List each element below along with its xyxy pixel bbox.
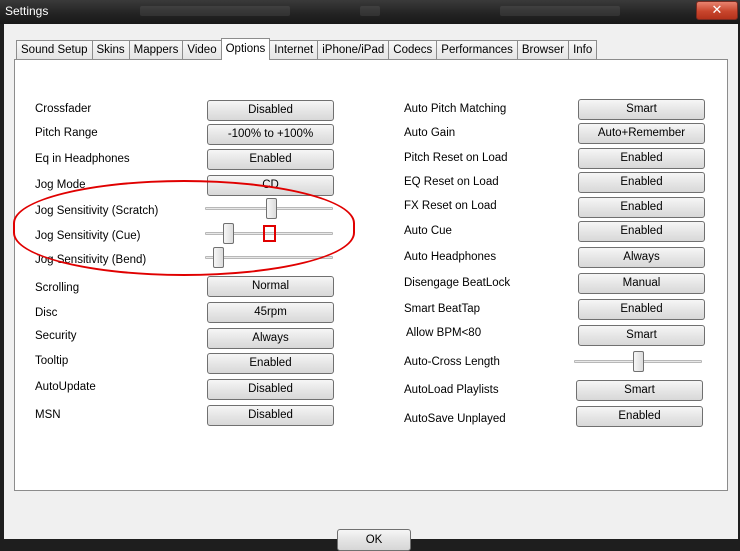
jog-scratch-label: Jog Sensitivity (Scratch): [35, 205, 159, 217]
tab-skins[interactable]: Skins: [91, 40, 130, 59]
crossfader-label: Crossfader: [35, 103, 92, 115]
eq-reset-button[interactable]: Enabled: [578, 172, 705, 193]
auto-headphones-label: Auto Headphones: [404, 251, 497, 263]
pitch-reset-button[interactable]: Enabled: [578, 148, 705, 169]
pitch-range-button[interactable]: -100% to +100%: [207, 124, 334, 145]
allow-bpm-button[interactable]: Smart: [578, 325, 705, 346]
jog-cue-slider[interactable]: [205, 223, 333, 245]
scrolling-label: Scrolling: [35, 282, 80, 294]
auto-cross-length-label: Auto-Cross Length: [404, 356, 500, 368]
title-bar: Settings ✕: [0, 0, 740, 24]
disengage-beatlock-label: Disengage BeatLock: [404, 277, 511, 289]
auto-cue-button[interactable]: Enabled: [578, 221, 705, 242]
tab-performances[interactable]: Performances: [436, 40, 518, 59]
jog-bend-label: Jog Sensitivity (Bend): [35, 254, 147, 266]
tab-info[interactable]: Info: [568, 40, 598, 59]
tab-strip: Sound Setup Skins Mappers Video Options …: [16, 38, 598, 60]
slider-thumb[interactable]: [213, 247, 224, 268]
window-title: Settings: [5, 4, 49, 18]
autosave-unplayed-button[interactable]: Enabled: [576, 406, 703, 427]
crossfader-button[interactable]: Disabled: [207, 100, 334, 121]
disc-button[interactable]: 45rpm: [207, 302, 334, 323]
jog-mode-button[interactable]: CD: [207, 175, 334, 196]
jog-bend-slider[interactable]: [205, 247, 333, 269]
jog-scratch-slider[interactable]: [205, 198, 333, 220]
eq-headphones-button[interactable]: Enabled: [207, 149, 334, 170]
tab-options[interactable]: Options: [220, 38, 271, 60]
jog-mode-label: Jog Mode: [35, 179, 86, 191]
allow-bpm-label: Allow BPM<80: [406, 327, 482, 339]
disc-label: Disc: [35, 307, 58, 319]
auto-cue-label: Auto Cue: [404, 225, 452, 237]
msn-label: MSN: [35, 409, 61, 421]
security-label: Security: [35, 330, 77, 342]
auto-pitch-matching-button[interactable]: Smart: [578, 99, 705, 120]
tab-sound-setup[interactable]: Sound Setup: [16, 40, 93, 59]
auto-gain-button[interactable]: Auto+Remember: [578, 123, 705, 144]
tab-internet[interactable]: Internet: [269, 40, 319, 59]
autoupdate-button[interactable]: Disabled: [207, 379, 334, 400]
msn-button[interactable]: Disabled: [207, 405, 334, 426]
autoload-playlists-label: AutoLoad Playlists: [404, 384, 499, 396]
scrolling-button[interactable]: Normal: [207, 276, 334, 297]
pitch-reset-label: Pitch Reset on Load: [404, 152, 508, 164]
pitch-range-label: Pitch Range: [35, 127, 98, 139]
smart-beattap-label: Smart BeatTap: [404, 303, 481, 315]
security-button[interactable]: Always: [207, 328, 334, 349]
background-window-strip: [140, 6, 290, 16]
disengage-beatlock-button[interactable]: Manual: [578, 273, 705, 294]
smart-beattap-button[interactable]: Enabled: [578, 299, 705, 320]
auto-pitch-matching-label: Auto Pitch Matching: [404, 103, 507, 115]
eq-headphones-label: Eq in Headphones: [35, 153, 130, 165]
autoload-playlists-button[interactable]: Smart: [576, 380, 703, 401]
slider-track: [205, 256, 333, 259]
autoupdate-label: AutoUpdate: [35, 381, 96, 393]
auto-gain-label: Auto Gain: [404, 127, 456, 139]
tab-codecs[interactable]: Codecs: [388, 40, 438, 59]
tooltip-label: Tooltip: [35, 355, 69, 367]
tab-iphone-ipad[interactable]: iPhone/iPad: [317, 40, 390, 59]
tab-browser[interactable]: Browser: [516, 40, 570, 59]
slider-thumb[interactable]: [223, 223, 234, 244]
background-window-strip: [360, 6, 380, 16]
tab-video[interactable]: Video: [182, 40, 222, 59]
autosave-unplayed-label: AutoSave Unplayed: [404, 413, 506, 425]
slider-thumb[interactable]: [633, 351, 644, 372]
fx-reset-button[interactable]: Enabled: [578, 197, 705, 218]
slider-thumb[interactable]: [266, 198, 277, 219]
auto-headphones-button[interactable]: Always: [578, 247, 705, 268]
ok-button[interactable]: OK: [337, 529, 411, 551]
tab-mappers[interactable]: Mappers: [128, 40, 184, 59]
eq-reset-label: EQ Reset on Load: [404, 176, 499, 188]
fx-reset-label: FX Reset on Load: [404, 200, 497, 212]
auto-cross-length-slider[interactable]: [574, 351, 702, 373]
tooltip-button[interactable]: Enabled: [207, 353, 334, 374]
close-button[interactable]: ✕: [696, 1, 738, 20]
background-window-strip: [500, 6, 620, 16]
jog-cue-label: Jog Sensitivity (Cue): [35, 230, 141, 242]
